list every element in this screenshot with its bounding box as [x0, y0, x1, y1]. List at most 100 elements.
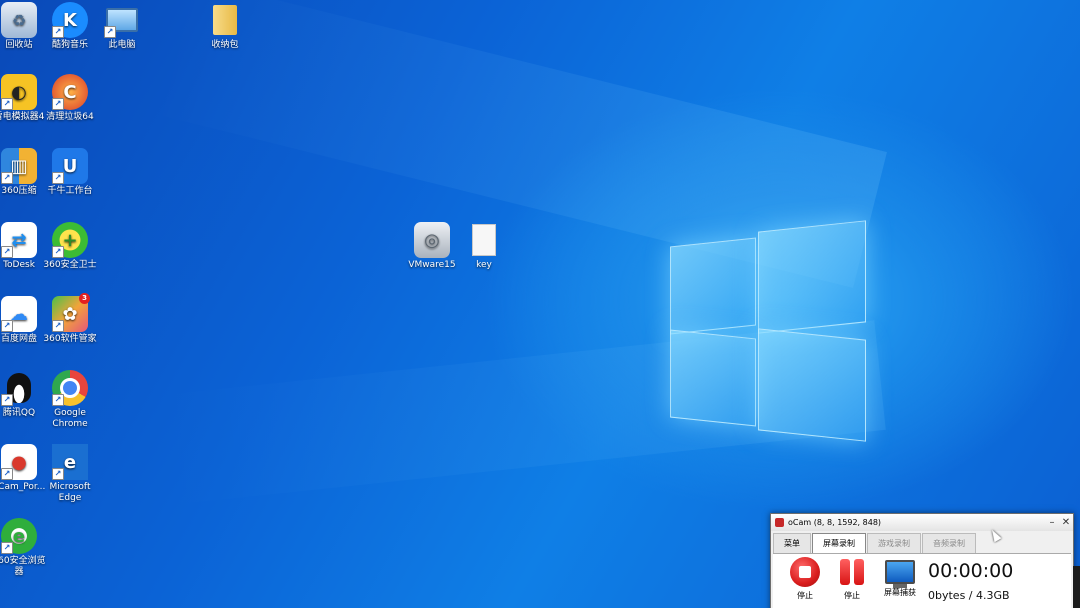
stop-record-icon: [790, 557, 820, 587]
shortcut-arrow-icon: ↗: [52, 98, 64, 110]
desktop-icon-ccleaner[interactable]: C ↗ 清理垃圾64: [42, 74, 98, 123]
desktop-icon-label: 酷狗音乐: [51, 40, 88, 50]
kugou-music-icon: K ↗: [52, 2, 88, 38]
desktop-icon-baidu-netdisk[interactable]: ☁ ↗ 百度网盘: [0, 296, 47, 345]
desktop-icon-this-pc[interactable]: ↗ 此电脑: [94, 2, 150, 51]
this-pc-icon: ↗: [104, 2, 140, 38]
desktop-icon-label: 360压缩: [1, 186, 37, 196]
desktop-icon-label: 雷电模拟器4: [0, 112, 45, 122]
desktop-icon-360-security[interactable]: + ↗ 360安全卫士: [42, 222, 98, 271]
ocam-icon: ● ↗: [1, 444, 37, 480]
notification-badge: 3: [79, 293, 90, 304]
windows-logo-pane: [670, 329, 756, 427]
tab-game-record[interactable]: 游戏录制: [867, 533, 921, 553]
desktop-icon-label: 此电脑: [108, 40, 136, 50]
desktop-icon-label: VMware15: [408, 260, 456, 270]
folder-icon: [207, 2, 243, 38]
desktop-icon-label: ToDesk: [3, 260, 35, 270]
ldplayer-icon: ◐ ↗: [1, 74, 37, 110]
edge-legacy-icon: e ↗: [52, 444, 88, 480]
desktop-icon-folder[interactable]: 收纳包: [197, 2, 253, 51]
recording-timer: 00:00:00: [928, 560, 1014, 582]
recycle-bin-icon: ♻: [1, 2, 37, 38]
desktop-icon-chrome[interactable]: ↗ Google Chrome: [42, 370, 98, 430]
desktop-icon-label: 360安全浏览器: [0, 556, 46, 577]
desktop-icon-label: 百度网盘: [0, 334, 37, 344]
todesk-icon: ⇄ ↗: [1, 222, 37, 258]
desktop-icon-vmware[interactable]: ◎ VMware15: [404, 222, 460, 271]
window-controls: – ✕: [1045, 517, 1073, 528]
desktop-icon-kugou[interactable]: K ↗ 酷狗音乐: [42, 2, 98, 51]
shortcut-arrow-icon: ↗: [1, 320, 13, 332]
windows-logo-wallpaper: [668, 220, 868, 442]
desktop-icon-qq[interactable]: ↗ 腾讯QQ: [0, 370, 47, 419]
desktop-icon-360-browser[interactable]: e↗ 360安全浏览器: [0, 518, 47, 578]
desktop-icon-360-zip[interactable]: ▥ ↗ 360压缩: [0, 148, 47, 197]
desktop-icon-label: 收纳包: [211, 40, 239, 50]
tab-audio-record[interactable]: 音频录制: [922, 533, 976, 553]
qianniu-icon: U ↗: [52, 148, 88, 184]
desktop-icon-todesk[interactable]: ⇄ ↗ ToDesk: [0, 222, 47, 271]
desktop-icon-ocam[interactable]: ●↗ oCam_Por...: [0, 444, 47, 493]
ocam-body: 停止 停止 屏幕捕获 00:00:00 0bytes / 4.3GB: [773, 554, 1071, 608]
windows-logo-pane: [670, 237, 756, 335]
minimize-button[interactable]: –: [1045, 517, 1059, 528]
vmware-installer-icon: ◎: [414, 222, 450, 258]
shortcut-arrow-icon: ↗: [1, 542, 13, 554]
ocam-window[interactable]: oCam (8, 8, 1592, 848) – ✕ 菜单 屏幕录制 游戏录制 …: [770, 513, 1074, 608]
file-shape: [472, 224, 496, 256]
desktop-icon-ldplayer[interactable]: ◐↗ 雷电模拟器4: [0, 74, 47, 123]
capture-button-label: 屏幕捕获: [884, 588, 916, 597]
ocam-title: oCam (8, 8, 1592, 848): [788, 518, 882, 527]
pause-icon: [837, 557, 867, 587]
qq-icon: ↗: [1, 370, 37, 406]
baidu-netdisk-icon: ☁ ↗: [1, 296, 37, 332]
windows-logo-pane: [758, 220, 866, 334]
shortcut-arrow-icon: ↗: [52, 26, 64, 38]
desktop-icon-edge[interactable]: e ↗ Microsoft Edge: [42, 444, 98, 504]
shortcut-arrow-icon: ↗: [1, 394, 13, 406]
shortcut-arrow-icon: ↗: [52, 394, 64, 406]
close-button[interactable]: ✕: [1059, 517, 1073, 528]
pause-button[interactable]: 停止: [832, 557, 872, 601]
360-software-manager-icon: ✿ 3 ↗: [52, 293, 90, 332]
shortcut-arrow-icon: ↗: [1, 98, 13, 110]
shortcut-arrow-icon: ↗: [52, 468, 64, 480]
shortcut-arrow-icon: ↗: [52, 320, 64, 332]
stop-button[interactable]: 停止: [785, 557, 825, 601]
shortcut-arrow-icon: ↗: [104, 26, 116, 38]
shortcut-arrow-icon: ↗: [1, 172, 13, 184]
shortcut-arrow-icon: ↗: [52, 246, 64, 258]
desktop-icon-qianniu[interactable]: U ↗ 千牛工作台: [42, 148, 98, 197]
shortcut-arrow-icon: ↗: [52, 172, 64, 184]
desktop-icon-label: key: [476, 260, 492, 270]
pause-button-label: 停止: [844, 591, 860, 600]
desktop-icon-label: 360安全卫士: [43, 260, 97, 270]
capture-button[interactable]: 屏幕捕获: [880, 557, 920, 598]
tab-menu[interactable]: 菜单: [773, 533, 811, 553]
360-browser-icon: e ↗: [1, 518, 37, 554]
ocam-titlebar[interactable]: oCam (8, 8, 1592, 848) – ✕: [771, 514, 1073, 531]
windows-logo-pane: [758, 328, 866, 442]
360-security-icon: + ↗: [52, 222, 88, 258]
360-zip-icon: ▥ ↗: [1, 148, 37, 184]
edge-scrollbar: [1073, 566, 1080, 608]
desktop-icon-label: 回收站: [5, 40, 33, 50]
text-file-icon: [466, 222, 502, 258]
ccleaner-icon: C ↗: [52, 74, 88, 110]
desktop-icon-label: 360软件管家: [43, 334, 97, 344]
file-size-status: 0bytes / 4.3GB: [928, 589, 1010, 602]
stop-button-label: 停止: [797, 591, 813, 600]
ocam-tabs: 菜单 屏幕录制 游戏录制 音频录制: [773, 533, 1071, 554]
desktop-icon-label: 腾讯QQ: [2, 408, 36, 418]
folder-shape: [213, 5, 237, 35]
desktop-icon-label: Google Chrome: [52, 408, 88, 429]
desktop-icon-label: 千牛工作台: [47, 186, 93, 196]
desktop-icon-key-file[interactable]: key: [456, 222, 512, 271]
screen-capture-icon: [885, 560, 915, 588]
ocam-app-icon: [775, 518, 784, 527]
shortcut-arrow-icon: ↗: [1, 468, 13, 480]
desktop-icon-recycle-bin[interactable]: ♻ 回收站: [0, 2, 47, 51]
desktop-icon-360-software-manager[interactable]: ✿ 3 ↗ 360软件管家: [42, 293, 98, 345]
tab-screen-record[interactable]: 屏幕录制: [812, 533, 866, 553]
